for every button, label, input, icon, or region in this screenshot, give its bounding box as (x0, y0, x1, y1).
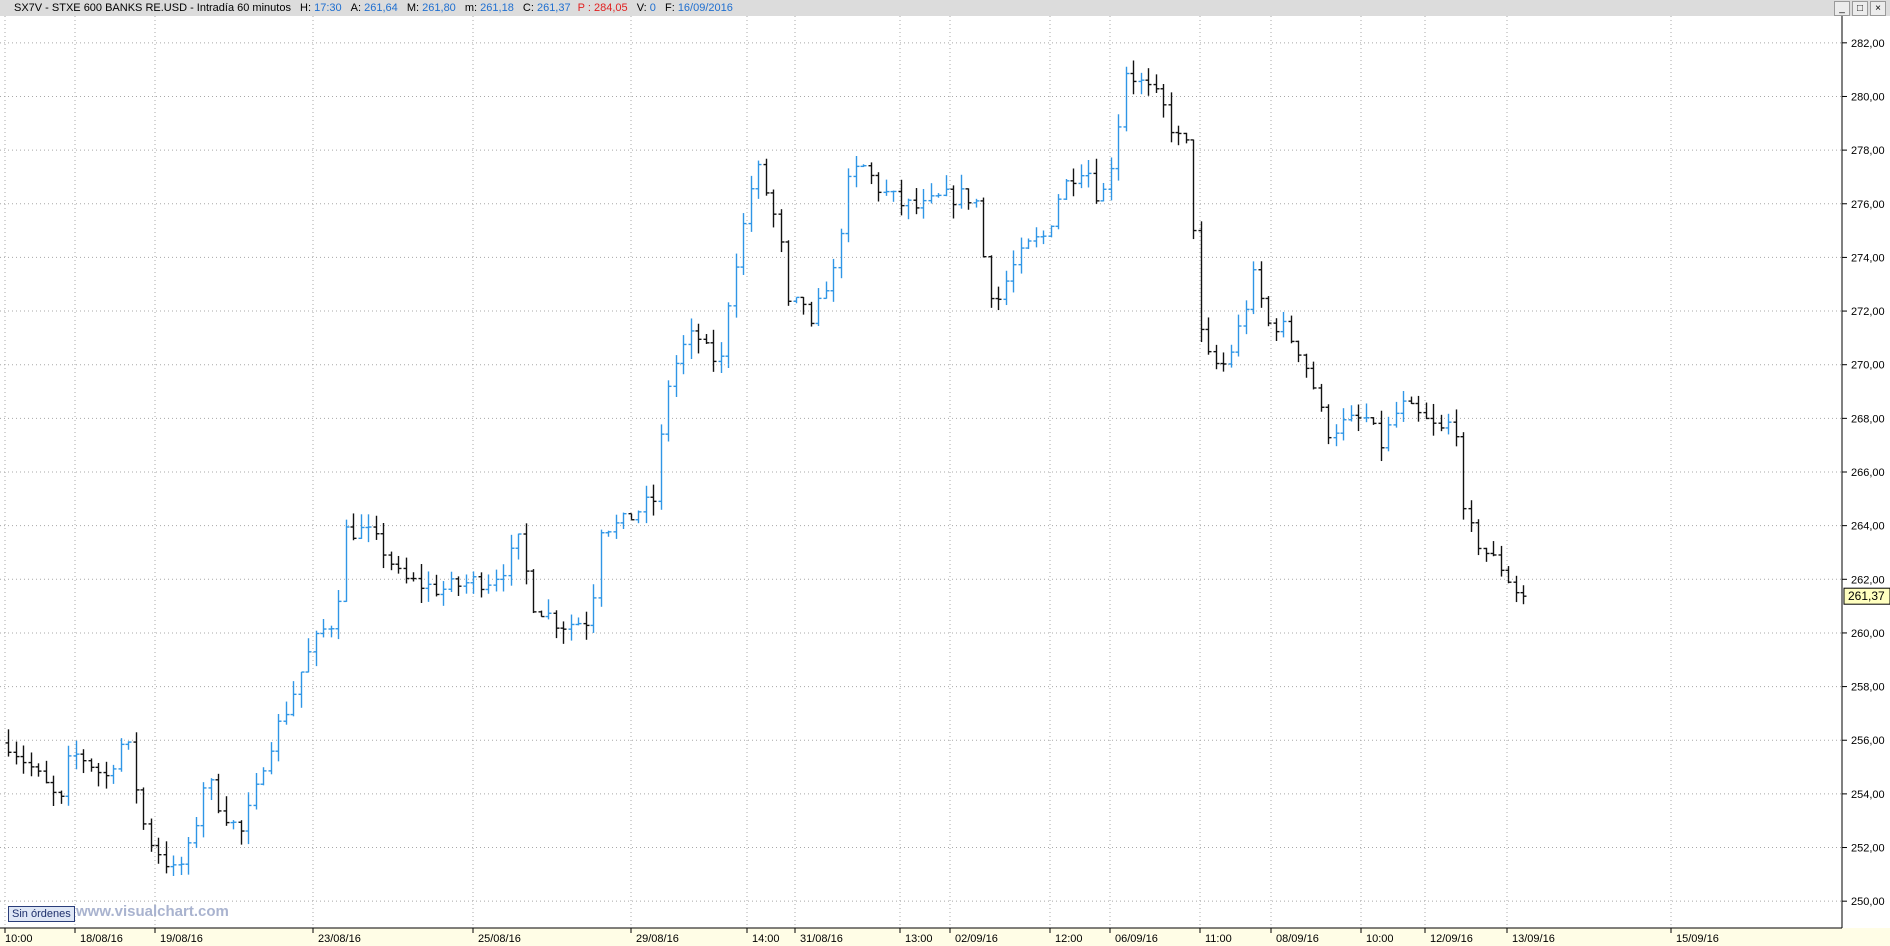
y-tick-label: 274,00 (1851, 252, 1885, 264)
y-tick-label: 266,00 (1851, 467, 1885, 479)
x-tick-label: 10:00 (1366, 933, 1394, 945)
x-tick-label: 18/08/16 (80, 933, 123, 945)
x-tick-label: 31/08/16 (800, 933, 843, 945)
hour-value: 17:30 (314, 2, 342, 14)
x-tick-label: 14:00 (752, 933, 780, 945)
open-value: 261,64 (364, 2, 398, 14)
x-tick-label: 06/09/16 (1115, 933, 1158, 945)
x-tick-label: 11:00 (1205, 933, 1232, 945)
y-tick-label: 272,00 (1851, 306, 1885, 318)
y-tick-label: 254,00 (1851, 789, 1885, 801)
y-tick-label: 276,00 (1851, 199, 1885, 211)
last-price-label: 261,37 (1848, 589, 1885, 603)
x-tick-label: 25/08/16 (478, 933, 521, 945)
y-tick-label: 264,00 (1851, 521, 1885, 533)
date-value: 16/09/2016 (677, 2, 733, 14)
orders-button[interactable]: Sin órdenes (8, 906, 75, 922)
x-tick-label: 23/08/16 (318, 933, 361, 945)
y-tick-label: 260,00 (1851, 628, 1885, 640)
y-tick-label: 258,00 (1851, 682, 1885, 694)
p-value: 284,05 (594, 2, 628, 14)
chart-info-bar: SX7V - STXE 600 BANKS RE.USD - Intradía … (0, 0, 1890, 17)
high-value: 261,80 (422, 2, 456, 14)
y-tick-label: 278,00 (1851, 145, 1885, 157)
y-tick-label: 252,00 (1851, 843, 1885, 855)
x-tick-label: 02/09/16 (955, 933, 998, 945)
x-tick-label: 13/09/16 (1512, 933, 1555, 945)
y-tick-label: 250,00 (1851, 896, 1885, 908)
close-label: C: (522, 2, 534, 14)
volume-label: V: (636, 2, 647, 14)
close-value: 261,37 (536, 2, 571, 14)
volume-value: 0 (649, 2, 656, 14)
x-tick-label: 12/09/16 (1430, 933, 1473, 945)
y-tick-label: 282,00 (1851, 38, 1885, 50)
x-tick-label: 29/08/16 (636, 933, 679, 945)
low-label: m: (464, 2, 478, 14)
x-tick-label: 12:00 (1055, 933, 1083, 945)
p-label: P : (577, 2, 591, 14)
y-tick-label: 262,00 (1851, 574, 1885, 586)
hour-label: H: (300, 2, 312, 14)
y-tick-label: 270,00 (1851, 360, 1885, 372)
low-value: 261,18 (480, 2, 514, 14)
x-tick-label: 13:00 (905, 933, 933, 945)
minimize-button[interactable]: _ (1834, 1, 1850, 16)
x-tick-label: 10:00 (5, 933, 33, 945)
y-tick-label: 280,00 (1851, 91, 1885, 103)
time-axis (0, 928, 1890, 946)
price-chart[interactable]: 250,00 252,00 254,00 256,00 258,00 260,00 262,… (0, 16, 1890, 946)
watermark: www.visualchart.com (76, 903, 229, 920)
x-tick-label: 19/08/16 (160, 933, 203, 945)
date-label: F: (664, 2, 675, 14)
last-price-marker: 261,37 (1843, 587, 1890, 605)
close-button[interactable]: × (1870, 1, 1886, 16)
symbol-title: SX7V - STXE 600 BANKS RE.USD - Intradía … (14, 2, 291, 14)
x-tick-label: 08/09/16 (1276, 933, 1319, 945)
y-tick-label: 268,00 (1851, 413, 1885, 425)
open-label: A: (350, 2, 362, 14)
x-tick-label: 15/09/16 (1676, 933, 1719, 945)
y-tick-label: 256,00 (1851, 735, 1885, 747)
high-label: M: (406, 2, 420, 14)
maximize-button[interactable]: □ (1852, 1, 1868, 16)
